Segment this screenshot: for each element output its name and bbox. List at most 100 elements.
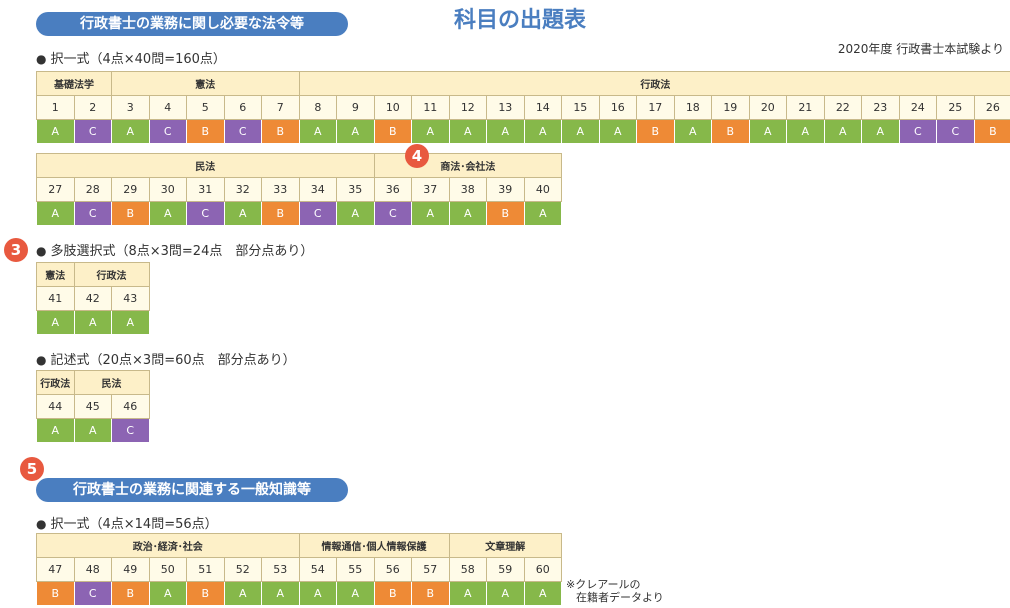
difficulty-cell: A: [36, 119, 75, 144]
subject-header: 憲法: [111, 71, 300, 96]
question-number: 58: [448, 557, 488, 582]
multi-heading-text: 多肢選択式（8点×3問=24点 部分点あり）: [50, 244, 314, 259]
question-number: 52: [223, 557, 262, 582]
difficulty-cell: A: [861, 119, 900, 144]
difficulty-cell: B: [373, 119, 413, 144]
difficulty-cell: B: [261, 119, 300, 144]
question-number: 24: [898, 95, 938, 120]
question-number: 55: [336, 557, 375, 582]
difficulty-cell: C: [148, 119, 187, 144]
footnote: ※クレアールの 在籍者データより: [566, 578, 664, 604]
badge-4: 4: [405, 144, 429, 168]
question-number: 42: [73, 286, 112, 311]
question-number: 53: [261, 557, 300, 582]
question-number: 13: [486, 95, 525, 120]
section2-pill: 行政書士の業務に関連する一般知識等: [36, 478, 348, 502]
difficulty-cell: A: [298, 581, 338, 606]
bullet-icon: ●: [36, 517, 47, 531]
question-number: 21: [786, 95, 825, 120]
difficulty-cell: B: [186, 119, 225, 144]
difficulty-cell: A: [823, 119, 863, 144]
difficulty-cell: A: [111, 119, 150, 144]
question-number: 35: [336, 177, 375, 202]
question-number: 22: [823, 95, 863, 120]
section1-pill: 行政書士の業務に関し必要な法令等: [36, 12, 348, 36]
difficulty-cell: A: [411, 201, 450, 226]
multi-heading: ● 多肢選択式（8点×3問=24点 部分点あり）: [36, 240, 313, 259]
question-number: 60: [523, 557, 563, 582]
difficulty-cell: A: [448, 581, 488, 606]
difficulty-cell: A: [486, 119, 525, 144]
difficulty-cell: B: [636, 119, 675, 144]
question-number: 45: [73, 394, 112, 419]
difficulty-cell: B: [261, 201, 300, 226]
difficulty-cell: C: [73, 119, 112, 144]
badge-5: 5: [20, 457, 44, 481]
badge-3: 3: [4, 238, 28, 262]
question-number: 1: [36, 95, 75, 120]
difficulty-cell: C: [298, 201, 337, 226]
footnote-line2: 在籍者データより: [576, 591, 664, 604]
difficulty-cell: B: [411, 581, 450, 606]
subject-header: 文章理解: [448, 533, 563, 558]
question-number: 8: [298, 95, 338, 120]
question-number: 10: [373, 95, 413, 120]
subject-header: 民法: [36, 153, 375, 178]
choice1-table-row1: 基礎法学 憲法 行政法 1 2 3 4 5 6 7 8 9 10 11 12 13 14 15 16 17 18 19 20…: [36, 71, 1010, 144]
question-number: 48: [73, 557, 112, 582]
difficulty-cell: A: [148, 201, 187, 226]
question-number: 50: [148, 557, 187, 582]
written-table: 行政法 民法 44 45 46 A A C: [36, 370, 150, 443]
difficulty-cell: A: [73, 418, 112, 443]
question-number: 16: [598, 95, 638, 120]
difficulty-cell: A: [448, 119, 488, 144]
difficulty-cell: A: [298, 119, 338, 144]
difficulty-cell: A: [523, 201, 563, 226]
question-number: 2: [73, 95, 112, 120]
difficulty-cell: A: [223, 201, 262, 226]
difficulty-cell: C: [73, 581, 112, 606]
question-number: 33: [261, 177, 300, 202]
difficulty-cell: A: [786, 119, 825, 144]
question-number: 47: [36, 557, 75, 582]
difficulty-cell: A: [336, 581, 375, 606]
general-heading: ● 択一式（4点×14問=56点）: [36, 513, 218, 532]
question-number: 19: [711, 95, 750, 120]
difficulty-cell: A: [148, 581, 187, 606]
difficulty-cell: B: [973, 119, 1010, 144]
difficulty-cell: A: [486, 581, 525, 606]
choice1-heading: ● 択一式（4点×40問=160点）: [36, 48, 226, 67]
question-number: 4: [148, 95, 187, 120]
question-number: 26: [973, 95, 1010, 120]
source-note: 2020年度 行政書士本試験より: [837, 42, 1004, 56]
question-number: 30: [148, 177, 187, 202]
difficulty-cell: B: [186, 581, 225, 606]
question-number: 32: [223, 177, 262, 202]
subject-header: 憲法: [36, 262, 75, 287]
bullet-icon: ●: [36, 52, 47, 66]
question-number: 36: [373, 177, 413, 202]
difficulty-cell: C: [186, 201, 225, 226]
question-number: 5: [186, 95, 225, 120]
question-number: 25: [936, 95, 975, 120]
question-number: 31: [186, 177, 225, 202]
question-number: 7: [261, 95, 300, 120]
question-number: 40: [523, 177, 563, 202]
difficulty-cell: A: [336, 119, 375, 144]
question-number: 37: [411, 177, 450, 202]
choice1-heading-text: 択一式（4点×40問=160点）: [50, 52, 226, 67]
subject-header: 行政法: [36, 370, 75, 395]
general-table: 政治･経済･社会 情報通信･個人情報保護 文章理解 47 48 49 50 51 52 53 54 5…: [36, 533, 563, 606]
question-number: 54: [298, 557, 338, 582]
question-number: 38: [448, 177, 488, 202]
question-number: 28: [73, 177, 112, 202]
question-number: 20: [748, 95, 788, 120]
question-number: 34: [298, 177, 337, 202]
difficulty-cell: A: [523, 581, 563, 606]
subject-header: 基礎法学: [36, 71, 112, 96]
difficulty-cell: B: [36, 581, 75, 606]
difficulty-cell: B: [711, 119, 750, 144]
difficulty-cell: C: [111, 418, 150, 443]
written-heading-text: 記述式（20点×3問=60点 部分点あり）: [50, 353, 296, 368]
difficulty-cell: B: [111, 581, 150, 606]
